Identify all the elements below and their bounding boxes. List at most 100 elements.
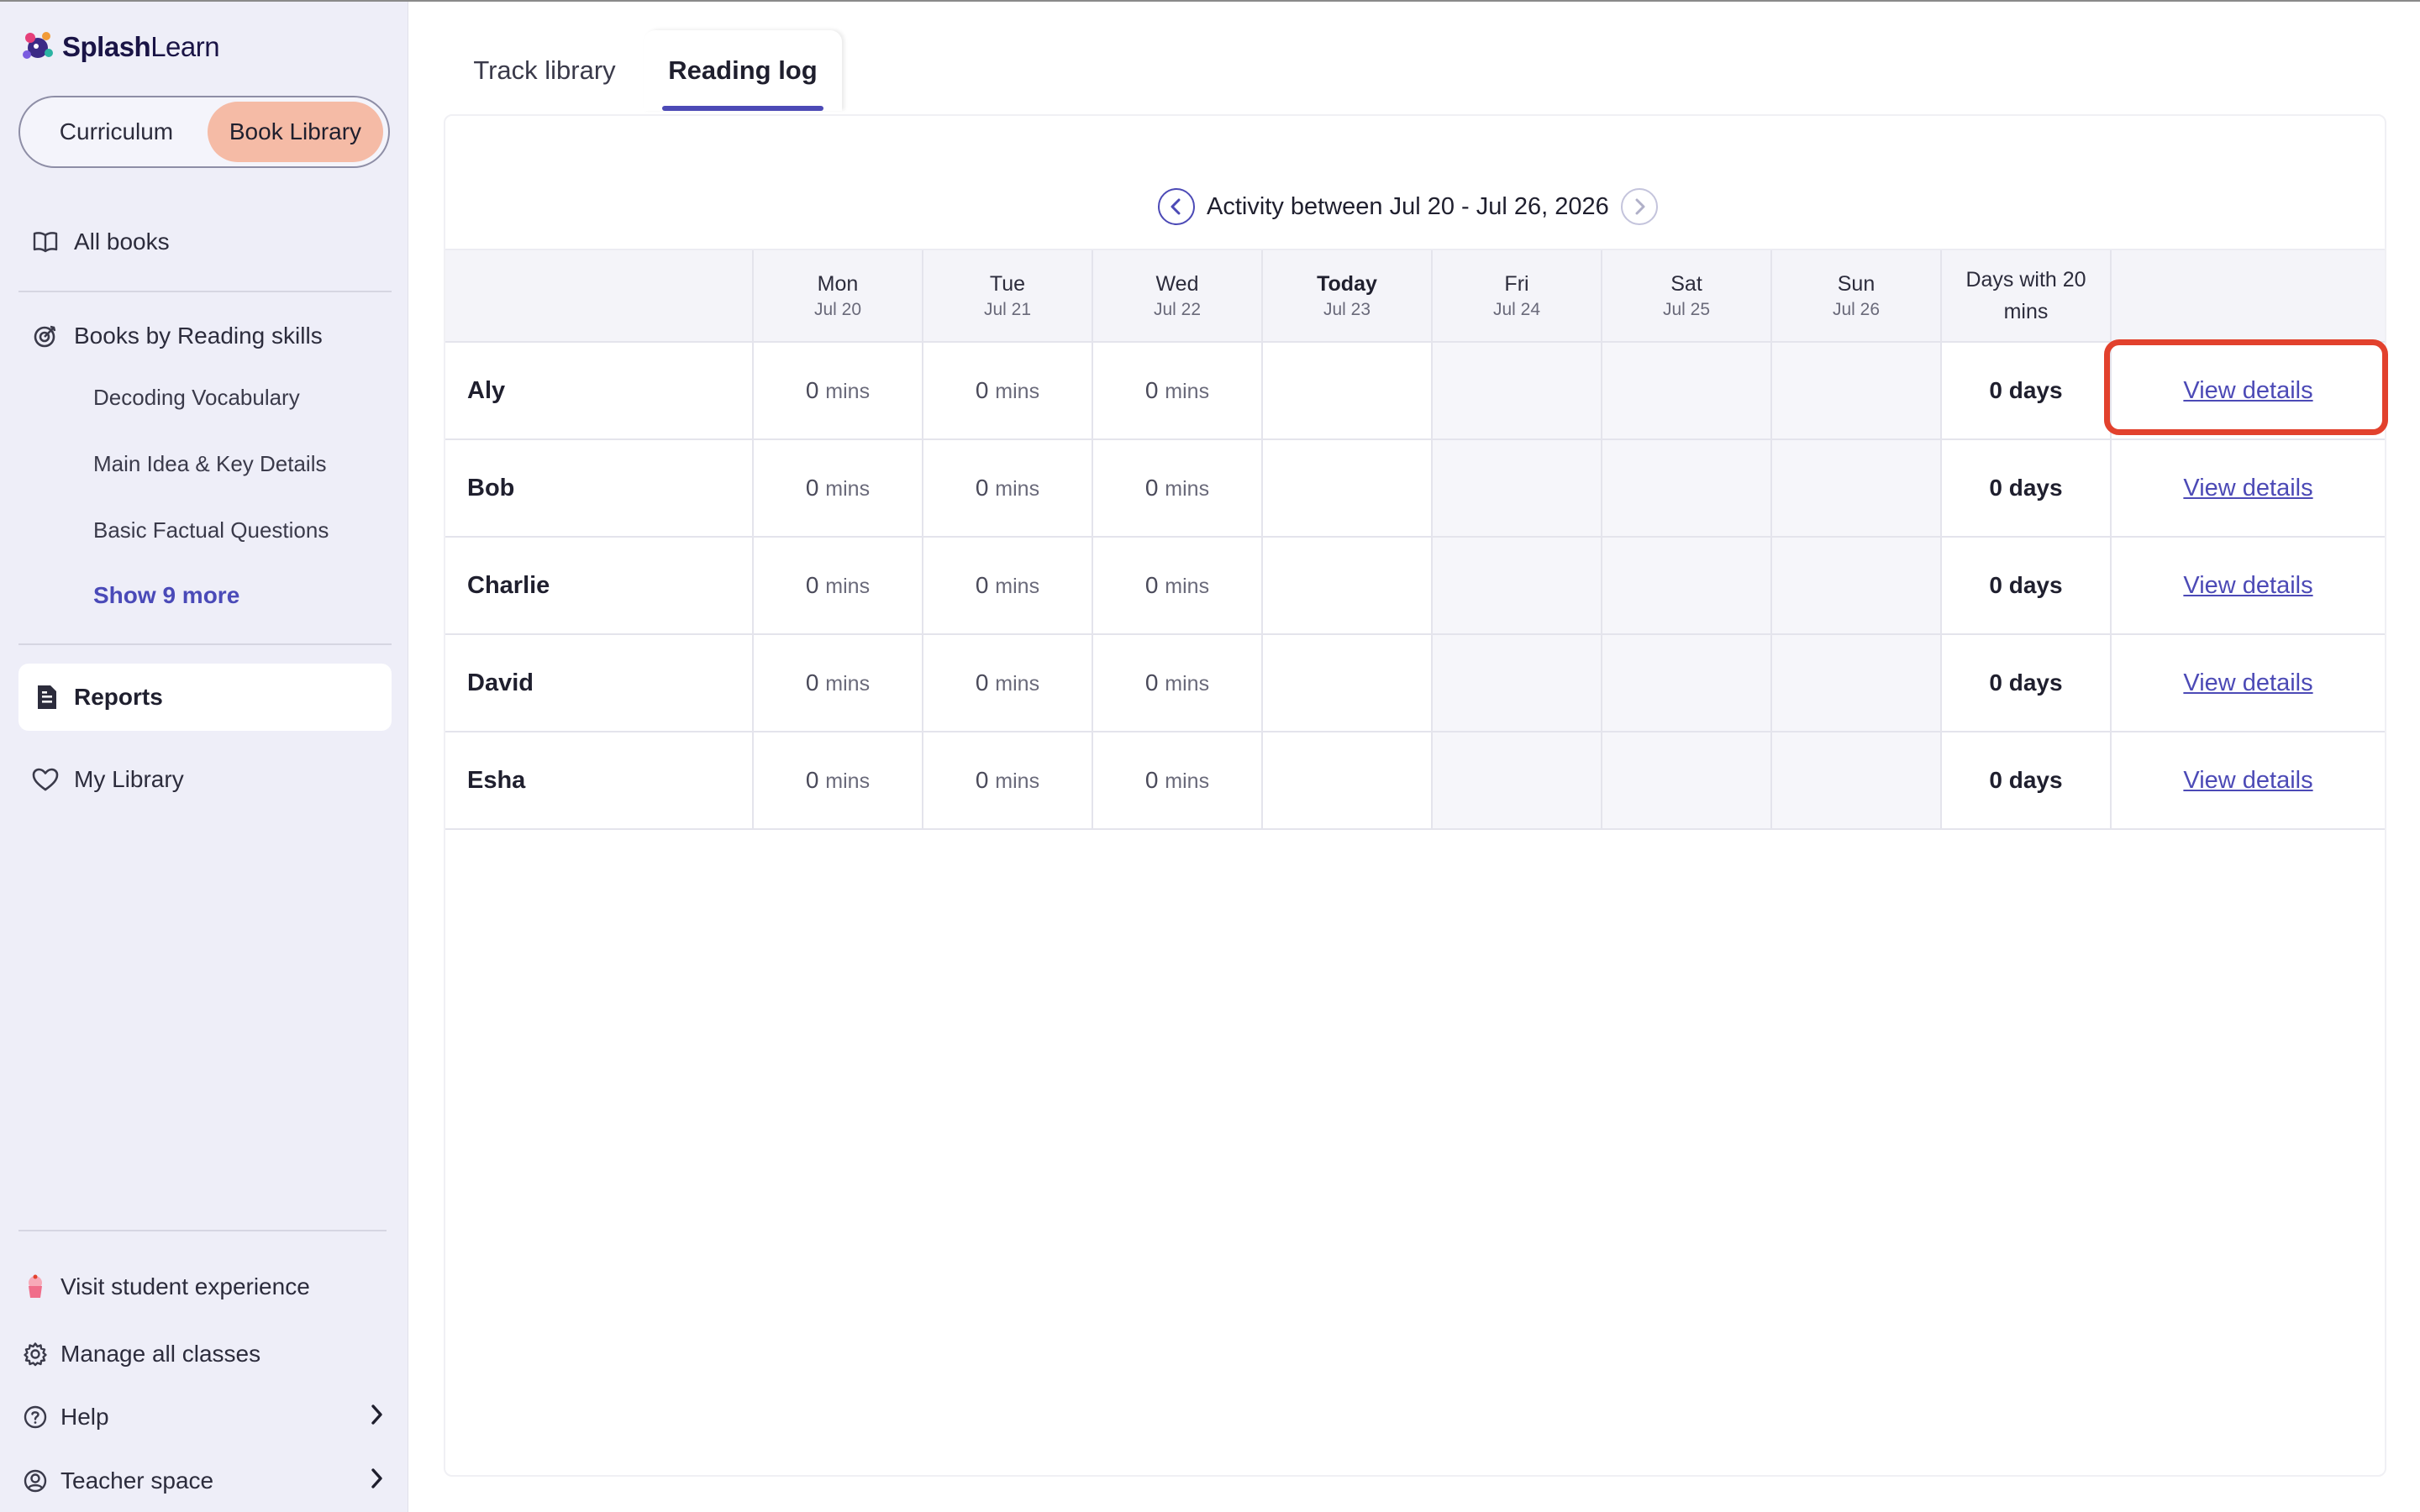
nav-my-library-label: My Library [74, 766, 184, 792]
column-header-days-with-20-mins: Days with 20 mins [1940, 249, 2111, 343]
skill-basic-factual[interactable]: Basic Factual Questions [93, 517, 329, 543]
help-label: Help [60, 1404, 109, 1430]
chevron-right-icon [368, 1403, 385, 1432]
future-day-cell [1770, 439, 1941, 538]
future-day-cell [1601, 732, 1771, 830]
student-name: Bob [445, 439, 753, 538]
mins-cell: 0 mins [922, 439, 1092, 538]
manage-all-classes[interactable]: Manage all classes [18, 1334, 385, 1374]
mins-cell: 0 mins [1092, 342, 1262, 440]
nav-all-books[interactable]: All books [18, 222, 392, 262]
mode-toggle: Curriculum Book Library [18, 96, 390, 168]
heart-icon [29, 763, 62, 796]
column-header-tue: Tue Jul 21 [922, 249, 1092, 343]
manage-all-classes-label: Manage all classes [60, 1341, 261, 1367]
mins-cell: 0 mins [752, 439, 923, 538]
days-count: 0 days [1940, 439, 2111, 538]
teacher-space-label: Teacher space [60, 1467, 214, 1494]
mins-cell: 0 mins [922, 537, 1092, 635]
future-day-cell [1431, 537, 1602, 635]
details-cell: View details [2110, 342, 2385, 440]
curriculum-toggle[interactable]: Curriculum [25, 102, 208, 162]
student-name: Esha [445, 732, 753, 830]
mins-cell: 0 mins [922, 342, 1092, 440]
gear-icon [18, 1337, 52, 1371]
table-row: Charlie 0 mins 0 mins 0 mins 0 days View… [445, 537, 2385, 635]
details-cell: View details [2110, 537, 2385, 635]
details-cell: View details [2110, 634, 2385, 732]
table-row: David 0 mins 0 mins 0 mins 0 days View d… [445, 634, 2385, 732]
logo-text: SplashLearn [62, 31, 220, 62]
chevron-right-icon [1635, 198, 1645, 215]
view-details-link[interactable]: View details [2183, 669, 2312, 696]
week-range-label: Activity between Jul 20 - Jul 26, 2026 [1207, 192, 1609, 220]
today-cell [1261, 342, 1432, 440]
future-day-cell [1431, 439, 1602, 538]
sidebar-divider [18, 1230, 387, 1231]
teacher-space-menu[interactable]: Teacher space [18, 1461, 385, 1501]
help-menu[interactable]: Help [18, 1397, 385, 1437]
tab-track-library[interactable]: Track library [445, 30, 644, 111]
mins-cell: 0 mins [1092, 732, 1262, 830]
future-day-cell [1431, 634, 1602, 732]
nav-reading-skills-label: Books by Reading skills [74, 323, 323, 349]
nav-reports[interactable]: Reports [18, 664, 392, 731]
help-circle-icon [18, 1400, 52, 1434]
future-day-cell [1431, 342, 1602, 440]
student-name: Charlie [445, 537, 753, 635]
table-header-row: Mon Jul 20 Tue Jul 21 Wed Jul 22 Today Jul 2… [445, 249, 2385, 343]
view-details-link[interactable]: View details [2183, 767, 2312, 794]
show-more-skills-link[interactable]: Show 9 more [93, 582, 239, 609]
visit-student-experience-label: Visit student experience [60, 1273, 310, 1299]
report-tabs: Track library Reading log [445, 30, 842, 111]
student-column-header [445, 249, 753, 343]
target-icon [29, 319, 62, 353]
chevron-right-icon [368, 1467, 385, 1496]
reading-log-table: Mon Jul 20 Tue Jul 21 Wed Jul 22 Today Jul 2… [445, 249, 2385, 830]
view-details-link[interactable]: View details [2183, 377, 2312, 404]
actions-column-header [2110, 249, 2385, 343]
mins-cell: 0 mins [1092, 439, 1262, 538]
future-day-cell [1601, 537, 1771, 635]
splashlearn-logo[interactable]: SplashLearn [18, 27, 220, 67]
table-row: Esha 0 mins 0 mins 0 mins 0 days View de… [445, 732, 2385, 830]
mins-cell: 0 mins [922, 634, 1092, 732]
table-row: Bob 0 mins 0 mins 0 mins 0 days View det… [445, 439, 2385, 538]
cupcake-icon [18, 1270, 52, 1304]
today-cell [1261, 537, 1432, 635]
view-details-link[interactable]: View details [2183, 572, 2312, 599]
days-count: 0 days [1940, 342, 2111, 440]
days-count: 0 days [1940, 634, 2111, 732]
splashlearn-logo-icon [23, 32, 53, 59]
chevron-left-icon [1171, 198, 1181, 215]
column-header-fri: Fri Jul 24 [1431, 249, 1602, 343]
mins-cell: 0 mins [752, 634, 923, 732]
book-library-toggle[interactable]: Book Library [207, 102, 383, 162]
book-open-icon [29, 225, 62, 259]
future-day-cell [1431, 732, 1602, 830]
next-week-button[interactable] [1620, 188, 1658, 225]
column-header-mon: Mon Jul 20 [752, 249, 923, 343]
column-header-wed: Wed Jul 22 [1092, 249, 1262, 343]
previous-week-button[interactable] [1158, 188, 1195, 225]
user-circle-icon [18, 1464, 52, 1498]
today-cell [1261, 634, 1432, 732]
table-row: Aly 0 mins 0 mins 0 mins 0 days View det… [445, 342, 2385, 440]
mins-cell: 0 mins [922, 732, 1092, 830]
sidebar: SplashLearn Curriculum Book Library All … [0, 2, 408, 1512]
student-name: Aly [445, 342, 753, 440]
nav-reading-skills[interactable]: Books by Reading skills [18, 316, 392, 356]
future-day-cell [1601, 634, 1771, 732]
skill-decoding-vocabulary[interactable]: Decoding Vocabulary [93, 385, 300, 411]
skill-main-idea[interactable]: Main Idea & Key Details [93, 451, 326, 477]
future-day-cell [1770, 342, 1941, 440]
today-cell [1261, 732, 1432, 830]
view-details-link[interactable]: View details [2183, 475, 2312, 501]
details-cell: View details [2110, 439, 2385, 538]
mins-cell: 0 mins [752, 732, 923, 830]
future-day-cell [1601, 439, 1771, 538]
visit-student-experience[interactable]: Visit student experience [18, 1267, 385, 1307]
nav-all-books-label: All books [74, 228, 170, 255]
tab-reading-log[interactable]: Reading log [644, 30, 842, 111]
nav-my-library[interactable]: My Library [18, 759, 392, 800]
